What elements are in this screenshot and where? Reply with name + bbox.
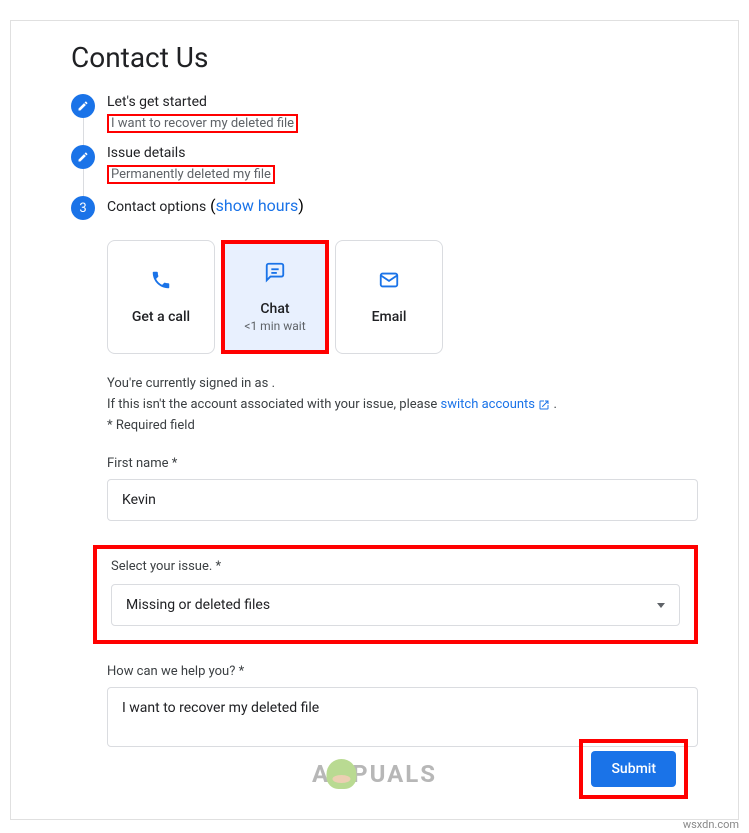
switch-text: If this isn't the account associated wit…: [107, 397, 441, 412]
step-3-content: Contact options (show hours): [107, 196, 304, 215]
submit-wrapper: Submit: [579, 739, 688, 799]
watermark-figure-icon: [326, 759, 356, 789]
step-1-title: Let's get started: [107, 94, 298, 110]
step-3: 3 Contact options (show hours): [71, 196, 698, 220]
external-link-icon: [538, 398, 550, 410]
chevron-down-icon: [657, 603, 665, 608]
step-2-content: Issue details Permanently deleted my fil…: [107, 145, 275, 184]
step-1-content: Let's get started I want to recover my d…: [107, 94, 298, 133]
contact-chat-sublabel: <1 min wait: [244, 319, 305, 333]
chat-icon: [264, 261, 286, 287]
contact-card-email[interactable]: Email: [335, 240, 443, 354]
signed-in-text: You're currently signed in as: [107, 376, 268, 391]
contact-form-container: Contact Us Let's get started I want to r…: [10, 20, 739, 820]
step-2-subtitle: Permanently deleted my file: [107, 165, 275, 184]
step-1-subtitle: I want to recover my deleted file: [107, 114, 298, 133]
contact-card-chat[interactable]: Chat <1 min wait: [221, 240, 329, 354]
stepper: Let's get started I want to recover my d…: [71, 94, 698, 220]
switch-accounts-link[interactable]: switch accounts: [441, 397, 536, 412]
source-label: wsxdn.com: [683, 818, 739, 831]
step-3-title: Contact options: [107, 199, 206, 215]
submit-button[interactable]: Submit: [591, 751, 676, 787]
email-icon: [378, 269, 400, 295]
edit-icon: [71, 145, 95, 169]
help-label: How can we help you? *: [107, 664, 698, 679]
first-name-section: First name *: [107, 456, 698, 521]
issue-label: Select your issue. *: [111, 559, 680, 574]
contact-options: Get a call Chat <1 min wait Email: [107, 240, 698, 354]
step-2-title: Issue details: [107, 145, 275, 161]
first-name-label: First name *: [107, 456, 698, 471]
contact-email-label: Email: [372, 309, 407, 325]
contact-card-call[interactable]: Get a call: [107, 240, 215, 354]
issue-select[interactable]: Missing or deleted files: [111, 584, 680, 626]
step-3-number: 3: [71, 196, 95, 220]
period: .: [554, 397, 557, 412]
page-title: Contact Us: [71, 41, 698, 74]
info-section: You're currently signed in as . If this …: [107, 374, 698, 436]
issue-section: Select your issue. * Missing or deleted …: [93, 545, 698, 644]
show-hours-link[interactable]: show hours: [216, 196, 299, 215]
issue-value: Missing or deleted files: [126, 597, 270, 613]
contact-call-label: Get a call: [132, 309, 190, 325]
phone-icon: [150, 269, 172, 295]
step-1[interactable]: Let's get started I want to recover my d…: [71, 94, 698, 133]
contact-chat-label: Chat: [260, 301, 289, 317]
first-name-input[interactable]: [107, 479, 698, 521]
required-text: * Required field: [107, 416, 698, 437]
watermark: A PUALS: [312, 759, 437, 789]
step-2[interactable]: Issue details Permanently deleted my fil…: [71, 145, 698, 184]
edit-icon: [71, 94, 95, 118]
